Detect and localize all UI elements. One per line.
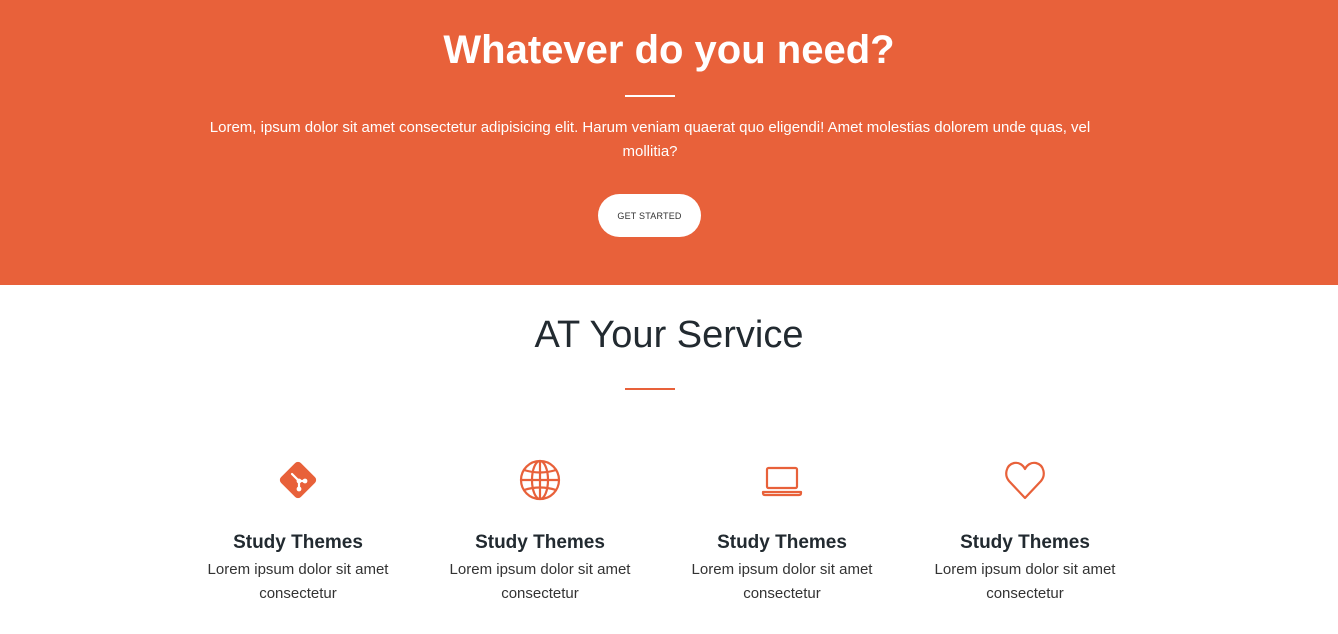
get-started-button[interactable]: GET STARTED bbox=[598, 194, 701, 237]
laptop-icon bbox=[761, 466, 803, 497]
hero-title: Whatever do you need? bbox=[443, 28, 895, 72]
service-card-title: Study Themes bbox=[475, 532, 605, 553]
services-title: AT Your Service bbox=[534, 314, 804, 356]
service-card: Study Themes Lorem ipsum dolor sit amet … bbox=[430, 458, 650, 606]
service-card: Study Themes Lorem ipsum dolor sit amet … bbox=[188, 458, 408, 606]
service-card-text: Lorem ipsum dolor sit amet consectetur bbox=[691, 561, 873, 602]
service-card-title: Study Themes bbox=[233, 532, 363, 553]
service-card-text: Lorem ipsum dolor sit amet consectetur bbox=[934, 561, 1116, 602]
service-card-text: Lorem ipsum dolor sit amet consectetur bbox=[207, 561, 389, 602]
hero-section: Whatever do you need? Lorem, ipsum dolor… bbox=[0, 0, 1338, 285]
hero-divider bbox=[625, 95, 675, 97]
service-card-text: Lorem ipsum dolor sit amet consectetur bbox=[449, 561, 631, 602]
service-card-title: Study Themes bbox=[960, 532, 1090, 553]
globe-icon bbox=[519, 459, 561, 501]
git-icon bbox=[279, 461, 317, 499]
hero-description: Lorem, ipsum dolor sit amet consectetur … bbox=[209, 119, 1091, 160]
service-card: Study Themes Lorem ipsum dolor sit amet … bbox=[915, 458, 1135, 606]
service-card: Study Themes Lorem ipsum dolor sit amet … bbox=[672, 458, 892, 606]
heart-icon bbox=[1005, 461, 1045, 500]
service-card-title: Study Themes bbox=[717, 532, 847, 553]
services-divider bbox=[625, 388, 675, 390]
